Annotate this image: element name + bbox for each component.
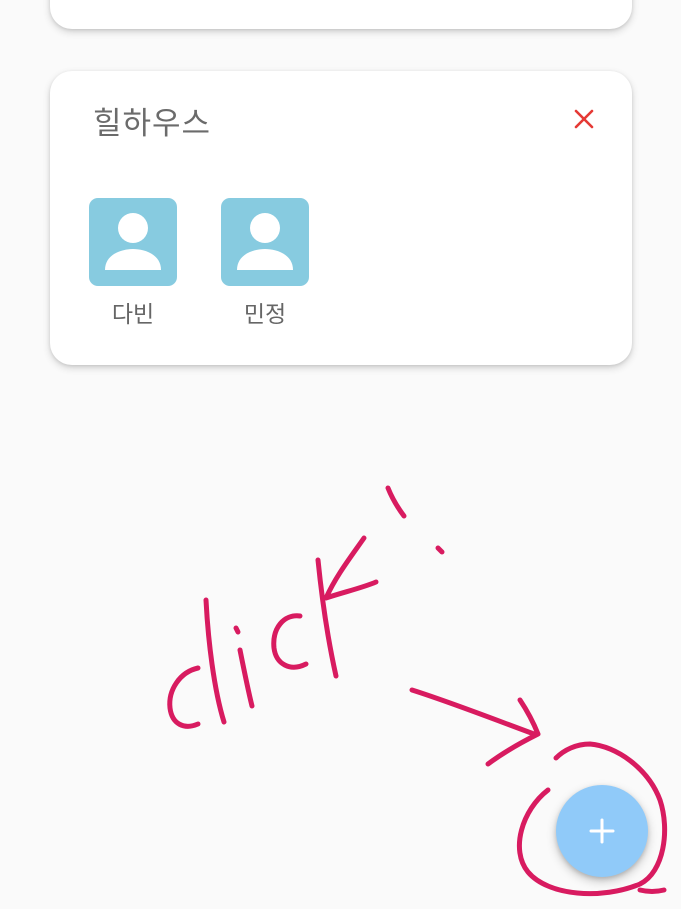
house-card: 힐하우스 다빈 민정 [50, 71, 632, 365]
house-title: 힐하우스 [93, 106, 212, 142]
house-card-previous [50, 0, 632, 29]
member-name: 민정 [243, 302, 287, 328]
arrow-icon [409, 687, 541, 767]
exclamation-mark [385, 485, 445, 555]
close-icon[interactable] [570, 105, 598, 133]
plus-icon [589, 818, 615, 844]
person-icon [89, 198, 177, 286]
member-name: 다빈 [111, 302, 155, 328]
handwritten-click-text [167, 535, 379, 729]
member-item[interactable]: 민정 [221, 198, 309, 327]
person-icon [221, 198, 309, 286]
member-item[interactable]: 다빈 [89, 198, 177, 327]
add-button[interactable] [556, 785, 648, 877]
